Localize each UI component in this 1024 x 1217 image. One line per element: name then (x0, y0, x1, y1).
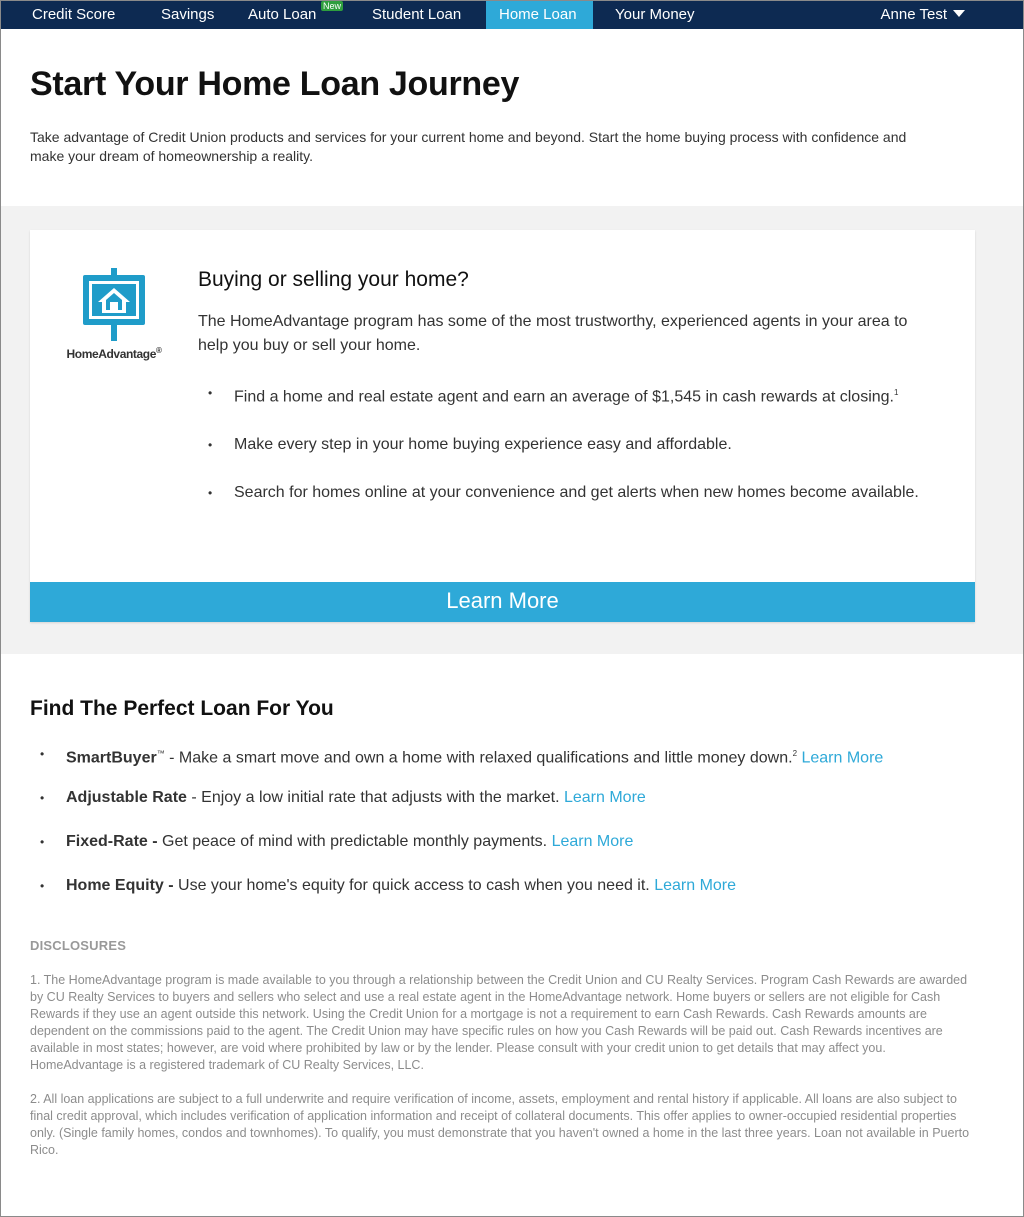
home-equity-learn-more-link[interactable]: Learn More (654, 877, 736, 894)
nav-savings[interactable]: Savings (148, 1, 227, 29)
nav-credit-score[interactable]: Credit Score (19, 1, 128, 29)
intro-text: Take advantage of Credit Union products … (30, 129, 907, 164)
list-item: Search for homes online at your convenie… (198, 481, 928, 505)
promo-band: HomeAdvantage® Buying or selling your ho… (1, 206, 1023, 654)
disclosure-2: 2. All loan applications are subject to … (30, 1092, 970, 1157)
new-badge: New (321, 1, 344, 11)
smartbuyer-learn-more-link[interactable]: Learn More (801, 749, 883, 766)
list-item: Make every step in your home buying expe… (198, 433, 928, 457)
list-item: Find a home and real estate agent and ea… (198, 381, 928, 409)
loan-item-home-equity: Home Equity - Use your home's equity for… (30, 874, 990, 918)
loan-item-fixed-rate: Fixed-Rate - Get peace of mind with pred… (30, 830, 990, 874)
card-title: Buying or selling your home? (198, 268, 469, 291)
nav-auto-loan[interactable]: Auto Loan (235, 1, 329, 29)
nav-student-loan[interactable]: Student Loan (359, 1, 474, 29)
house-sign-icon (83, 268, 145, 341)
loan-list: SmartBuyer™ - Make a smart move and own … (30, 742, 990, 918)
user-name: Anne Test (880, 6, 947, 23)
disclosure-1: 1. The HomeAdvantage program is made ava… (30, 973, 968, 1072)
learn-more-button[interactable]: Learn More (30, 582, 975, 622)
home-advantage-card: HomeAdvantage® Buying or selling your ho… (30, 230, 975, 622)
nav-home-loan[interactable]: Home Loan (486, 1, 593, 29)
home-advantage-logo: HomeAdvantage® (54, 268, 174, 368)
benefit-list: Find a home and real estate agent and ea… (198, 381, 928, 529)
page-title: Start Your Home Loan Journey (30, 65, 520, 103)
loan-item-adjustable-rate: Adjustable Rate - Enjoy a low initial ra… (30, 786, 990, 830)
fixed-rate-learn-more-link[interactable]: Learn More (552, 833, 634, 850)
footnote-ref: 2 (792, 749, 798, 758)
nav-your-money[interactable]: Your Money (602, 1, 708, 29)
loan-item-smartbuyer: SmartBuyer™ - Make a smart move and own … (30, 742, 990, 786)
disclosures-title: DISCLOSURES (30, 938, 127, 953)
card-description: The HomeAdvantage program has some of th… (198, 313, 908, 354)
adjustable-rate-learn-more-link[interactable]: Learn More (564, 789, 646, 806)
top-nav: Credit Score Savings Auto Loan New Stude… (1, 1, 1023, 29)
user-menu[interactable]: Anne Test (881, 1, 965, 29)
caret-down-icon (953, 9, 965, 17)
loans-title: Find The Perfect Loan For You (30, 697, 334, 720)
footnote-ref: 1 (893, 388, 899, 397)
logo-text: HomeAdvantage® (66, 346, 162, 361)
